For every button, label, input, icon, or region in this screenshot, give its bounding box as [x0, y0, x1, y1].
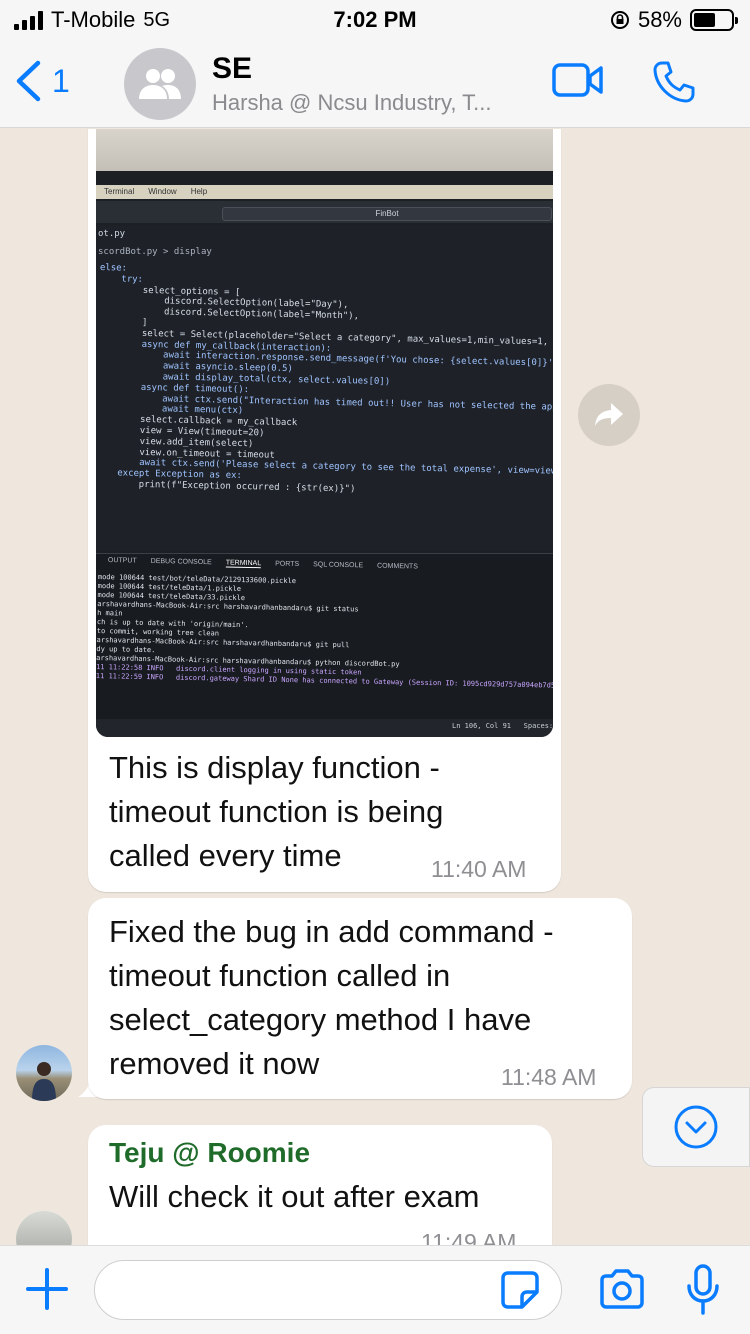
back-button[interactable]: 1: [14, 60, 70, 102]
panel-tab: OUTPUT: [107, 557, 137, 565]
microphone-icon: [687, 1264, 719, 1315]
forward-icon: [595, 403, 623, 426]
rotation-lock-icon: [610, 11, 629, 29]
camera-button[interactable]: [598, 1268, 646, 1315]
panel-tab: PORTS: [275, 560, 300, 569]
group-avatar[interactable]: [124, 48, 196, 120]
person-photo-icon: [32, 1062, 56, 1101]
menu-bar: Terminal Window Help: [104, 187, 208, 196]
sticker-button[interactable]: [500, 1270, 540, 1315]
chat-header: 1 SE Harsha @ Ncsu Industry, T...: [0, 40, 750, 128]
chat-area[interactable]: Terminal Window Help FinBot ot.py scordBot…: [0, 129, 750, 1245]
message-time: 11:40 AM: [431, 856, 527, 882]
microphone-button[interactable]: [686, 1264, 720, 1321]
status-right: 58%: [610, 7, 738, 33]
voice-call-button[interactable]: [652, 60, 696, 109]
group-icon: [139, 69, 181, 99]
search-box: FinBot: [222, 207, 552, 221]
message-time: 11:49 AM: [421, 1229, 517, 1245]
terminal-output: mode 100644 test/bot/teleData/2129133600…: [96, 573, 553, 692]
message-input-bar: [0, 1245, 750, 1334]
panel-tab: TERMINAL: [225, 559, 262, 569]
battery-icon: [690, 9, 738, 31]
message-input[interactable]: [94, 1260, 562, 1320]
video-call-icon: [552, 63, 603, 97]
battery-percent: 58%: [637, 7, 682, 32]
panel-tab: DEBUG CONSOLE: [150, 557, 212, 567]
unread-count: 1: [52, 62, 70, 99]
message-time: 11:48 AM: [501, 1064, 597, 1090]
panel-tab: COMMENTS: [376, 562, 418, 571]
chat-participants[interactable]: Harsha @ Ncsu Industry, T...: [212, 90, 532, 116]
code-editor: else: try: select_options = [ discord.Se…: [96, 263, 553, 499]
phone-icon: [653, 61, 695, 103]
editor-breadcrumb: scordBot.py > display: [98, 247, 212, 257]
sticker-icon: [501, 1271, 539, 1309]
editor-tab: ot.py: [98, 229, 126, 239]
video-call-button[interactable]: [552, 62, 604, 103]
scroll-to-bottom-button[interactable]: [642, 1087, 750, 1167]
camera-icon: [600, 1269, 644, 1309]
sender-avatar[interactable]: [16, 1045, 72, 1101]
sender-name[interactable]: Teju @ Roomie: [109, 1137, 310, 1169]
panel-tab: SQL CONSOLE: [313, 561, 364, 570]
plus-icon: [26, 1268, 68, 1310]
message-text: Will check it out after exam: [109, 1179, 480, 1214]
sender-avatar[interactable]: [16, 1211, 72, 1245]
chevron-left-icon: [16, 60, 41, 102]
forward-button[interactable]: [578, 384, 640, 446]
chat-title[interactable]: SE: [212, 52, 252, 86]
chevron-down-icon: [674, 1105, 718, 1149]
code-screenshot-image[interactable]: Terminal Window Help FinBot ot.py scordBot…: [96, 129, 553, 737]
message-text: Fixed the bug in add command - timeout f…: [109, 914, 554, 1081]
attach-button[interactable]: [24, 1266, 70, 1317]
status-bar: T-Mobile 5G 7:02 PM 58%: [0, 0, 750, 40]
editor-status: Ln 106, Col 91 Spaces: 4: [452, 722, 553, 730]
